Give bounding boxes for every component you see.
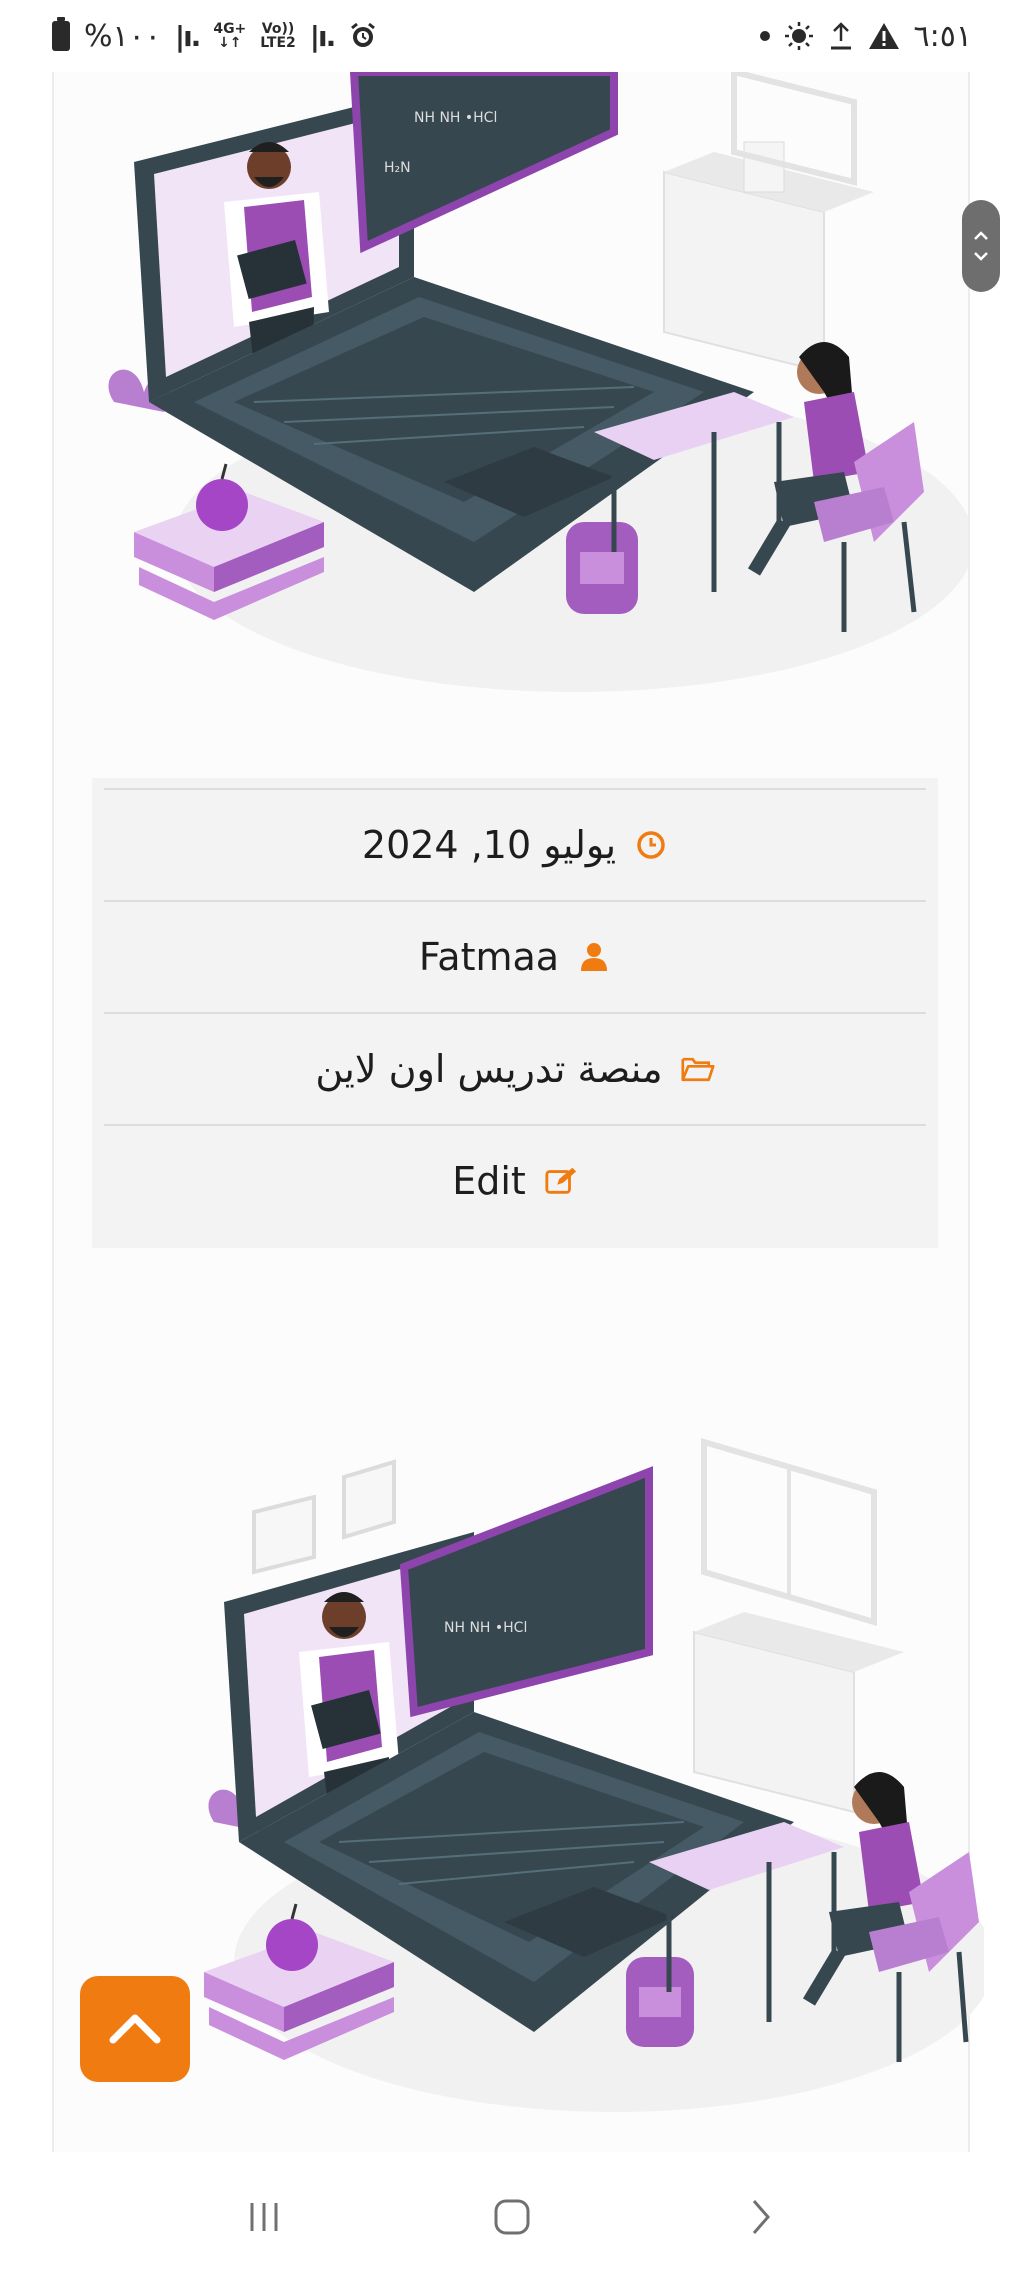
back-button[interactable] — [720, 2177, 800, 2257]
post-category[interactable]: منصة تدريس اون لاين — [315, 1047, 662, 1091]
svg-text:NH NH •HCl: NH NH •HCl — [444, 1620, 527, 1636]
home-button[interactable] — [472, 2177, 552, 2257]
alarm-icon — [351, 22, 376, 47]
chevron-up-icon — [109, 2014, 161, 2044]
network-arrows: ↓↑ — [218, 35, 242, 51]
upload-icon — [830, 22, 851, 50]
chevron-down-icon — [974, 252, 988, 261]
edit-icon[interactable] — [544, 1164, 578, 1198]
svg-text:NH NH •HCl: NH NH •HCl — [414, 110, 497, 126]
recent-apps-button[interactable] — [224, 2177, 304, 2257]
post-author[interactable]: Fatmaa — [419, 935, 559, 979]
brightness-icon — [784, 22, 813, 50]
volte-bottom: LTE2 — [260, 35, 296, 51]
battery-icon — [52, 17, 70, 51]
svg-text:H₂N: H₂N — [384, 160, 411, 176]
warning-icon — [868, 23, 899, 49]
post-card: NH NH •HCl H₂N يوليو 10, 2024 Fatmaa منص… — [52, 72, 984, 2152]
post-meta-box: يوليو 10, 2024 Fatmaa منصة تدريس اون لاي… — [92, 778, 938, 1248]
meta-row-date: يوليو 10, 2024 — [104, 788, 926, 900]
notification-dot-icon — [759, 31, 770, 41]
user-icon — [577, 940, 611, 974]
volte-indicator: Vo)) LTE2 — [260, 22, 295, 50]
meta-row-edit: Edit — [104, 1124, 926, 1236]
home-icon — [494, 2199, 530, 2235]
edit-link[interactable]: Edit — [452, 1159, 526, 1203]
scroll-handle[interactable] — [962, 200, 1000, 292]
status-left: %١٠٠ |ı. 4G+ ↓↑ Vo)) LTE2 |ı. — [52, 17, 378, 54]
system-nav-bar — [0, 2158, 1024, 2276]
signal-icon: |ı. — [174, 19, 202, 53]
recent-apps-icon — [250, 2203, 278, 2231]
signal-icon-2: |ı. — [309, 19, 337, 53]
online-teaching-illustration: NH NH •HCl H₂N — [108, 72, 968, 692]
meta-row-author: Fatmaa — [104, 900, 926, 1012]
folder-open-icon — [681, 1052, 715, 1086]
back-icon — [752, 2200, 770, 2234]
status-right: ٦:٥١ — [759, 18, 972, 54]
meta-row-category: منصة تدريس اون لاين — [104, 1012, 926, 1124]
battery-text: %١٠٠ — [84, 18, 161, 54]
back-to-top-button[interactable] — [80, 1976, 190, 2082]
clock-icon — [634, 828, 668, 862]
status-bar: %١٠٠ |ı. 4G+ ↓↑ Vo)) LTE2 |ı. ٦:٥١ — [0, 0, 1024, 72]
chevron-up-icon — [974, 231, 988, 240]
online-teaching-illustration-2: NH NH •HCl — [204, 1437, 984, 2112]
post-date: يوليو 10, 2024 — [361, 823, 617, 867]
network-indicator: 4G+ ↓↑ — [213, 22, 246, 50]
clock-time: ٦:٥١ — [913, 18, 972, 54]
